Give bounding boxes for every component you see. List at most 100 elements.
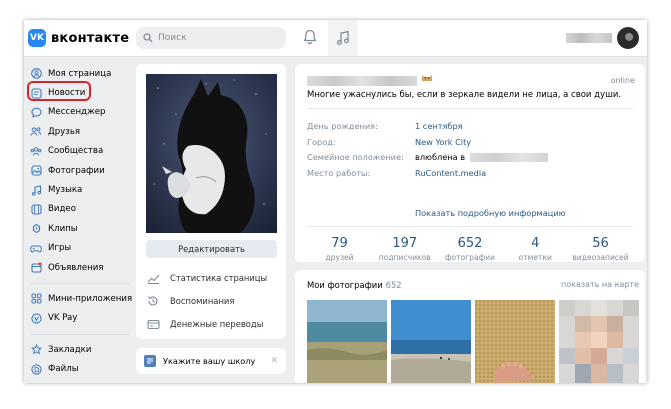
sidebar-item-vk-pay[interactable]: VK Pay <box>24 309 134 328</box>
sidebar-item-bookmarks[interactable]: Закладки <box>24 340 134 359</box>
bell-icon <box>303 29 317 45</box>
edit-profile-button[interactable]: Редактировать <box>146 240 277 258</box>
info-row-work: Место работы: RuContent.media <box>307 167 486 179</box>
beach-photo-image <box>307 300 387 383</box>
sidebar-item-clips[interactable]: Клипы <box>24 219 134 238</box>
show-details-link[interactable]: Показать подробную информацию <box>415 208 566 218</box>
info-value[interactable]: RuContent.media <box>415 168 486 178</box>
profile-name-blurred <box>307 76 417 86</box>
sidebar-item-label: Объявления <box>48 262 104 273</box>
cat-artwork-image <box>146 74 277 233</box>
counter-tags[interactable]: 4 отметки <box>503 236 568 262</box>
friends-icon <box>30 126 42 138</box>
photo-icon <box>30 165 42 177</box>
news-highlight-box <box>27 81 91 102</box>
sidebar-item-messenger[interactable]: Мессенджер <box>24 103 134 122</box>
notifications-button[interactable] <box>303 29 317 49</box>
sidebar-item-video[interactable]: Видео <box>24 200 134 219</box>
browser-window: VK вконтакте Поиск Моя страница Новости … <box>24 20 647 383</box>
photos-section-title[interactable]: Мои фотографии 652 <box>307 280 402 290</box>
money-transfers-label: Денежные переводы <box>170 319 264 329</box>
counter-label: друзей <box>325 253 354 262</box>
counter-number: 56 <box>592 236 609 251</box>
top-bar: VK вконтакте Поиск <box>24 20 647 57</box>
sidebar-item-games[interactable]: Игры <box>24 239 134 258</box>
counter-followers[interactable]: 197 подписчиков <box>372 236 437 262</box>
counter-label: отметки <box>518 253 552 262</box>
music-button[interactable] <box>328 20 358 56</box>
counter-videos[interactable]: 56 видеозаписей <box>568 236 633 262</box>
clips-icon <box>30 223 42 235</box>
search-input[interactable]: Поиск <box>136 27 286 49</box>
profile-name-blurred[interactable] <box>566 33 612 43</box>
info-key: Город: <box>307 137 336 147</box>
sidebar-divider <box>30 283 130 285</box>
sidebar-item-friends[interactable]: Друзья <box>24 122 134 141</box>
status-text[interactable]: Многие ужаснулись бы, если в зеркале вид… <box>307 90 621 100</box>
photos-title-text: Мои фотографии <box>307 280 383 290</box>
show-on-map-link[interactable]: показать на карте <box>561 280 639 289</box>
counter-friends[interactable]: 79 друзей <box>307 236 372 262</box>
my-photos-card: Мои фотографии 652 показать на карте <box>295 270 645 383</box>
gamepad-icon <box>30 242 42 254</box>
sidebar-item-label: Сообщества <box>48 146 104 157</box>
sidebar-item-communities[interactable]: Сообщества <box>24 142 134 161</box>
sidebar-item-label: Моя страница <box>48 68 112 79</box>
photo-thumbnail[interactable] <box>307 300 387 383</box>
money-transfers-link[interactable]: Денежные переводы <box>147 316 263 332</box>
sidebar-item-label: Мини-приложения <box>48 293 133 304</box>
sidebar-item-mini-apps[interactable]: Мини-приложения <box>24 289 134 308</box>
avatar[interactable] <box>617 27 639 49</box>
sidebar-item-photos[interactable]: Фотографии <box>24 161 134 180</box>
apps-icon <box>30 293 42 305</box>
sidebar-item-label: Игры <box>48 243 72 254</box>
sea-photo-image <box>391 300 471 383</box>
sidebar-item-label: Музыка <box>48 185 83 196</box>
close-icon[interactable]: ✕ <box>270 356 278 366</box>
photos-count: 652 <box>385 280 402 290</box>
sidebar-item-label: VK Pay <box>48 313 78 324</box>
sidebar-item-label: Друзья <box>48 126 81 137</box>
sidebar-item-music[interactable]: Музыка <box>24 180 134 199</box>
profile-photo[interactable] <box>146 74 277 233</box>
vk-logo[interactable]: VK вконтакте <box>28 28 129 48</box>
info-value: влюблена в <box>415 152 466 162</box>
photo-thumbnail[interactable] <box>475 300 555 383</box>
counter-label: видеозаписей <box>572 253 629 262</box>
info-key: Семейное положение: <box>307 152 404 162</box>
memories-label: Воспоминания <box>170 296 235 306</box>
school-prompt-card[interactable]: Укажите вашу школу ✕ <box>136 348 286 374</box>
search-placeholder: Поиск <box>158 33 187 43</box>
page-stats-link[interactable]: Статистика страницы <box>147 270 267 286</box>
photo-thumbnail[interactable] <box>391 300 471 383</box>
info-value[interactable]: 1 сентября <box>415 121 463 131</box>
classifieds-icon <box>30 262 42 274</box>
info-value[interactable]: New York City <box>415 137 471 147</box>
sidebar-item-label: Закладки <box>48 344 92 355</box>
sidebar-item-label: Видео <box>48 204 76 215</box>
counter-number: 652 <box>457 236 483 251</box>
counter-number: 4 <box>531 236 540 251</box>
blurred-person-photo-image <box>559 300 639 383</box>
info-row-birthday: День рождения: 1 сентября <box>307 120 463 132</box>
stats-icon <box>147 273 161 284</box>
counter-label: подписчиков <box>378 253 431 262</box>
cat-emoji-icon <box>421 72 433 85</box>
sidebar-item-classifieds[interactable]: Объявления <box>24 258 134 277</box>
sidebar-item-news[interactable]: Новости <box>24 81 134 102</box>
photo-thumbnail[interactable] <box>559 300 639 383</box>
file-icon <box>30 363 42 375</box>
counter-photos[interactable]: 652 фотографии <box>438 236 503 262</box>
counter-label: фотографии <box>444 253 496 262</box>
partner-name-blurred[interactable] <box>470 152 549 162</box>
sidebar-item-files[interactable]: Файлы <box>24 359 134 378</box>
memories-link[interactable]: Воспоминания <box>147 293 234 309</box>
search-icon <box>143 33 153 43</box>
online-status: online <box>610 76 635 85</box>
sidebar-item-label: Файлы <box>48 364 79 375</box>
counter-number: 79 <box>331 236 348 251</box>
star-icon <box>30 344 42 356</box>
info-row-relationship: Семейное положение: влюблена в <box>307 151 549 163</box>
message-icon <box>30 106 42 118</box>
music-icon <box>30 184 42 196</box>
